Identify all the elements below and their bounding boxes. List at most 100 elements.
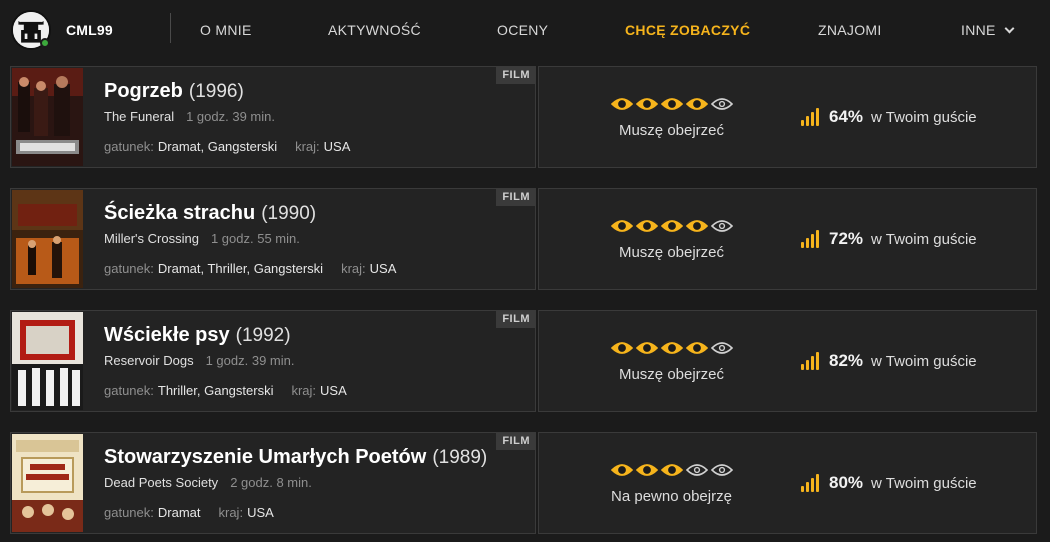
title-line: Wściekłe psy (1992): [104, 324, 291, 347]
taste-match: 72% w Twoim guście: [801, 229, 977, 249]
eye-filled-icon[interactable]: [685, 97, 708, 111]
match-percent: 72%: [829, 229, 864, 248]
movie-card[interactable]: Stowarzyszenie Umarłych Poetów (1989) Dea…: [10, 432, 536, 534]
movie-title[interactable]: Wściekłe psy: [104, 324, 230, 346]
title-line: Stowarzyszenie Umarłych Poetów (1989): [104, 446, 487, 469]
eye-empty-icon[interactable]: [685, 463, 708, 477]
movie-poster[interactable]: [12, 68, 83, 166]
eye-filled-icon[interactable]: [635, 463, 658, 477]
want-to-see-rating[interactable]: Muszę obejrzeć: [609, 219, 734, 261]
duration: 1 godz. 39 min.: [205, 353, 295, 368]
meta-line: gatunek: Thriller, Gangsterski kraj: USA: [104, 383, 347, 398]
taste-match: 64% w Twoim guście: [801, 107, 977, 127]
nav-aktywnosc[interactable]: AKTYWNOŚĆ: [328, 22, 421, 38]
eye-filled-icon[interactable]: [660, 341, 683, 355]
match-percent: 82%: [829, 351, 864, 370]
top-navigation: CML99 O MNIE AKTYWNOŚĆ OCENY CHCĘ ZOBACZ…: [0, 0, 1050, 60]
nav-inne[interactable]: INNE: [961, 22, 1015, 38]
movie-title[interactable]: Pogrzeb: [104, 80, 183, 102]
eye-filled-icon[interactable]: [660, 97, 683, 111]
match-label: w Twoim guście: [871, 474, 977, 492]
nav-divider: [170, 13, 171, 43]
want-label: Muszę obejrzeć: [618, 366, 725, 383]
movie-card[interactable]: Ścieżka strachu (1990) Miller's Crossing 1…: [10, 188, 536, 290]
signal-bars-icon: [801, 108, 821, 126]
list-item: Wściekłe psy (1992) Reservoir Dogs 1 godz.…: [10, 310, 1037, 412]
eye-empty-icon[interactable]: [710, 463, 733, 477]
film-badge: FILM: [496, 432, 536, 450]
eye-filled-icon[interactable]: [610, 97, 633, 111]
nav-o-mnie[interactable]: O MNIE: [200, 22, 252, 38]
genres[interactable]: Dramat, Thriller, Gangsterski: [158, 261, 323, 276]
match-label: w Twoim guście: [871, 230, 977, 248]
user-panel: Na pewno obejrzę 80% w Twoim guście: [538, 432, 1037, 534]
country-key: kraj:: [295, 139, 320, 154]
eye-rating[interactable]: [609, 463, 734, 479]
eye-empty-icon[interactable]: [710, 341, 733, 355]
list-item: Ścieżka strachu (1990) Miller's Crossing 1…: [10, 188, 1037, 290]
online-status-icon: [40, 38, 50, 48]
genre-key: gatunek:: [104, 139, 154, 154]
eye-rating[interactable]: [609, 97, 734, 113]
eye-filled-icon[interactable]: [610, 219, 633, 233]
eye-rating[interactable]: [609, 219, 734, 235]
match-label: w Twoim guście: [871, 352, 977, 370]
genre-key: gatunek:: [104, 261, 154, 276]
signal-bars-icon: [801, 230, 821, 248]
duration: 1 godz. 39 min.: [186, 109, 275, 124]
nav-oceny[interactable]: OCENY: [497, 22, 548, 38]
nav-znajomi[interactable]: ZNAJOMI: [818, 22, 882, 38]
list-item: Pogrzeb (1996) The Funeral 1 godz. 39 min.…: [10, 66, 1037, 168]
genres[interactable]: Dramat: [158, 505, 201, 520]
eye-filled-icon[interactable]: [635, 341, 658, 355]
match-percent: 80%: [829, 473, 864, 492]
genre-key: gatunek:: [104, 505, 154, 520]
want-to-see-rating[interactable]: Muszę obejrzeć: [609, 341, 734, 383]
nav-inne-label: INNE: [961, 22, 996, 38]
movie-poster[interactable]: [12, 312, 83, 410]
match-label: w Twoim guście: [871, 108, 977, 126]
original-title-line: Dead Poets Society 2 godz. 8 min.: [104, 475, 312, 490]
movie-poster[interactable]: [12, 434, 83, 532]
duration: 2 godz. 8 min.: [230, 475, 312, 490]
eye-filled-icon[interactable]: [660, 463, 683, 477]
genres[interactable]: Dramat, Gangsterski: [158, 139, 277, 154]
movie-card[interactable]: Pogrzeb (1996) The Funeral 1 godz. 39 min.…: [10, 66, 536, 168]
want-to-see-rating[interactable]: Na pewno obejrzę: [609, 463, 734, 505]
country[interactable]: USA: [320, 383, 347, 398]
movie-year: (1989): [432, 447, 488, 468]
eye-filled-icon[interactable]: [635, 97, 658, 111]
genres[interactable]: Thriller, Gangsterski: [158, 383, 274, 398]
country[interactable]: USA: [324, 139, 351, 154]
movie-title[interactable]: Ścieżka strachu: [104, 202, 255, 224]
eye-filled-icon[interactable]: [635, 219, 658, 233]
country[interactable]: USA: [247, 505, 274, 520]
user-panel: Muszę obejrzeć 72% w Twoim guście: [538, 188, 1037, 290]
title-line: Pogrzeb (1996): [104, 80, 244, 103]
original-title: Miller's Crossing: [104, 231, 199, 246]
meta-line: gatunek: Dramat, Gangsterski kraj: USA: [104, 139, 350, 154]
country[interactable]: USA: [370, 261, 397, 276]
username[interactable]: CML99: [66, 22, 113, 38]
eye-filled-icon[interactable]: [685, 341, 708, 355]
chevron-down-icon: [1004, 23, 1015, 34]
movie-card[interactable]: Wściekłe psy (1992) Reservoir Dogs 1 godz.…: [10, 310, 536, 412]
original-title-line: The Funeral 1 godz. 39 min.: [104, 109, 275, 124]
eye-filled-icon[interactable]: [610, 341, 633, 355]
movie-poster[interactable]: [12, 190, 83, 288]
movie-title[interactable]: Stowarzyszenie Umarłych Poetów: [104, 446, 426, 468]
movie-year: (1990): [261, 203, 317, 224]
original-title-line: Miller's Crossing 1 godz. 55 min.: [104, 231, 300, 246]
taste-match: 80% w Twoim guście: [801, 473, 977, 493]
eye-filled-icon[interactable]: [660, 219, 683, 233]
eye-filled-icon[interactable]: [685, 219, 708, 233]
eye-empty-icon[interactable]: [710, 219, 733, 233]
eye-rating[interactable]: [609, 341, 734, 357]
want-label: Muszę obejrzeć: [618, 122, 725, 139]
nav-chce-zobaczyc[interactable]: CHCĘ ZOBACZYĆ: [625, 22, 750, 38]
original-title: Dead Poets Society: [104, 475, 219, 490]
eye-empty-icon[interactable]: [710, 97, 733, 111]
want-to-see-rating[interactable]: Muszę obejrzeć: [609, 97, 734, 139]
want-label: Na pewno obejrzę: [611, 488, 732, 505]
eye-filled-icon[interactable]: [610, 463, 633, 477]
